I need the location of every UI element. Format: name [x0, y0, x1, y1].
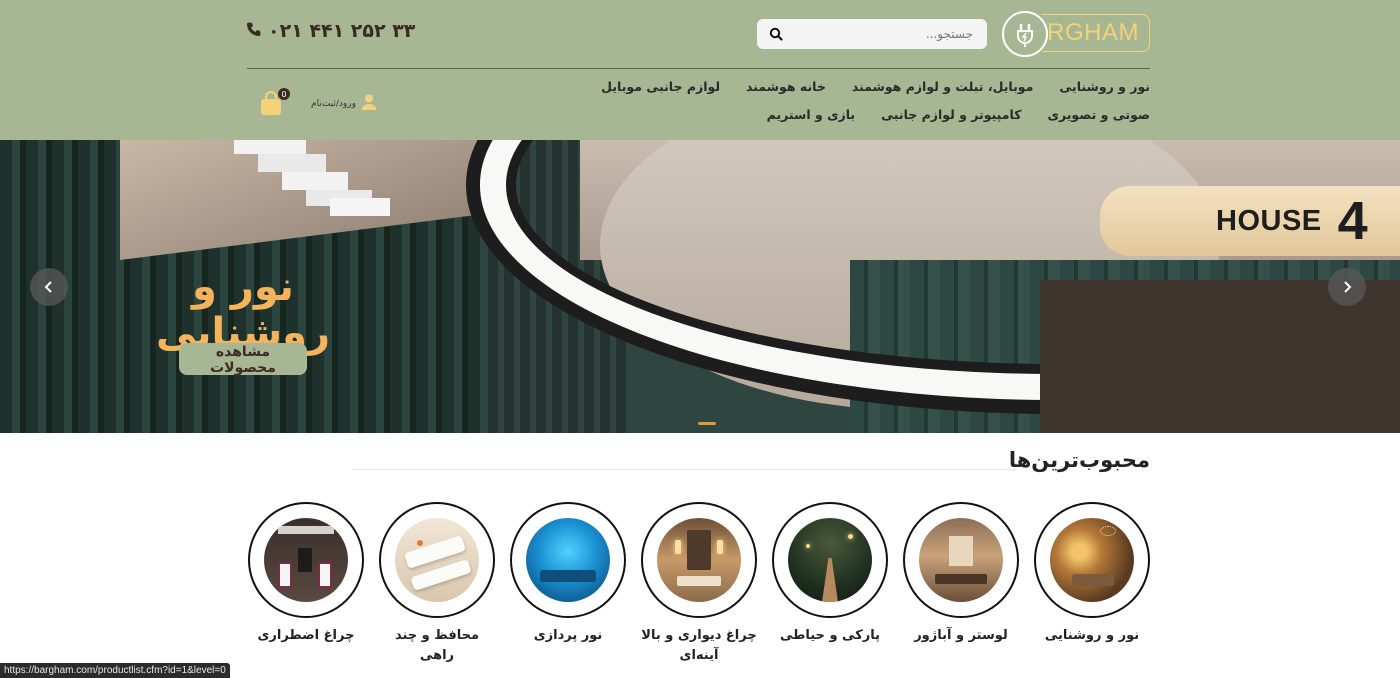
- category-circle[interactable]: [641, 502, 757, 618]
- browser-status-bar: https://bargham.com/productlist.cfm?id=1…: [0, 663, 230, 678]
- category-label: لوستر و آباژور: [914, 628, 1008, 643]
- category-label: محافظ و چند راهی: [394, 628, 480, 663]
- category-image-emergency-lamp: [264, 518, 348, 602]
- category-item[interactable]: نور و روشنایی: [1034, 502, 1150, 646]
- hero-bg-stairs: [234, 140, 390, 216]
- nav-item-lighting[interactable]: نور و روشنایی: [1059, 76, 1150, 98]
- house-sign-word: HOUSE: [1216, 204, 1322, 237]
- slider-next-button[interactable]: [1328, 268, 1366, 306]
- plug-icon: [1002, 11, 1048, 57]
- logo-text: BARGHAM: [1014, 14, 1150, 52]
- category-label: چراغ دیواری و بالا آینه‌ای: [641, 628, 757, 663]
- cart-button[interactable]: 0: [259, 88, 291, 116]
- category-image-wall-lamp: [657, 518, 741, 602]
- category-item[interactable]: محافظ و چند راهی: [379, 502, 495, 666]
- category-item[interactable]: چراغ اضطراری: [248, 502, 364, 646]
- phone-icon: [246, 20, 262, 42]
- category-image-power-strip: [395, 518, 479, 602]
- category-circle[interactable]: [248, 502, 364, 618]
- cart-count-badge: 0: [278, 88, 290, 100]
- category-circle[interactable]: [1034, 502, 1150, 618]
- chevron-left-icon: [44, 281, 52, 293]
- category-label: نور پردازی: [533, 628, 603, 643]
- nav-item-computer[interactable]: کامپیوتر و لوازم جانبی: [881, 104, 1021, 126]
- category-label: پارکی و حیاطی: [779, 628, 881, 643]
- search-box: [757, 19, 987, 49]
- slider-dot-active[interactable]: [698, 422, 716, 425]
- category-circle[interactable]: [772, 502, 888, 618]
- nav-item-gaming[interactable]: بازی و استریم: [767, 104, 855, 126]
- slider-prev-button[interactable]: [30, 268, 68, 306]
- nav-item-smart-home[interactable]: خانه هوشمند: [746, 76, 826, 98]
- house-sign: HOUSE 4: [1100, 186, 1400, 256]
- login-label: ورود/ثبت‌نام: [311, 99, 356, 109]
- nav-item-audio-video[interactable]: صوتی و تصویری: [1047, 104, 1150, 126]
- nav-item-mobile-accessories[interactable]: لوازم جانبی موبایل: [601, 76, 720, 98]
- view-products-button[interactable]: مشاهده محصولات: [179, 343, 307, 376]
- header-divider: [247, 68, 1150, 69]
- search-input[interactable]: [791, 26, 975, 42]
- main-nav: نور و روشنایی موبایل، تبلت و لوازم هوشمن…: [500, 76, 1150, 126]
- category-item[interactable]: نور پردازی: [510, 502, 626, 646]
- logo[interactable]: BARGHAM: [1002, 10, 1150, 58]
- chevron-right-icon: [1344, 281, 1352, 293]
- nav-item-mobile[interactable]: موبایل، تبلت و لوازم هوشمند: [852, 76, 1034, 98]
- category-label: نور و روشنایی: [1044, 628, 1140, 643]
- category-item[interactable]: لوستر و آباژور: [903, 502, 1019, 646]
- user-icon: [360, 93, 378, 115]
- category-item[interactable]: چراغ دیواری و بالا آینه‌ای: [641, 502, 757, 666]
- site-header: BARGHAM ۰۲۱ ۴۴۱ ۲۵۲ ۳۳ نور و روشنایی موب…: [0, 0, 1400, 140]
- phone-text: ۰۲۱ ۴۴۱ ۲۵۲ ۳۳: [268, 20, 416, 42]
- category-circle[interactable]: [379, 502, 495, 618]
- category-image-lighting: [1050, 518, 1134, 602]
- category-image-garden: [788, 518, 872, 602]
- house-sign-number: 4: [1337, 191, 1368, 251]
- category-circle[interactable]: [903, 502, 1019, 618]
- category-image-chandelier: [919, 518, 1003, 602]
- category-circle[interactable]: [510, 502, 626, 618]
- phone-number[interactable]: ۰۲۱ ۴۴۱ ۲۵۲ ۳۳: [246, 20, 415, 42]
- login-link[interactable]: ورود/ثبت‌نام: [311, 93, 378, 115]
- category-label: چراغ اضطراری: [257, 628, 355, 643]
- popular-title-line: [352, 469, 1017, 470]
- search-icon[interactable]: [769, 27, 783, 41]
- category-item[interactable]: پارکی و حیاطی: [772, 502, 888, 646]
- category-image-ambient-lighting: [526, 518, 610, 602]
